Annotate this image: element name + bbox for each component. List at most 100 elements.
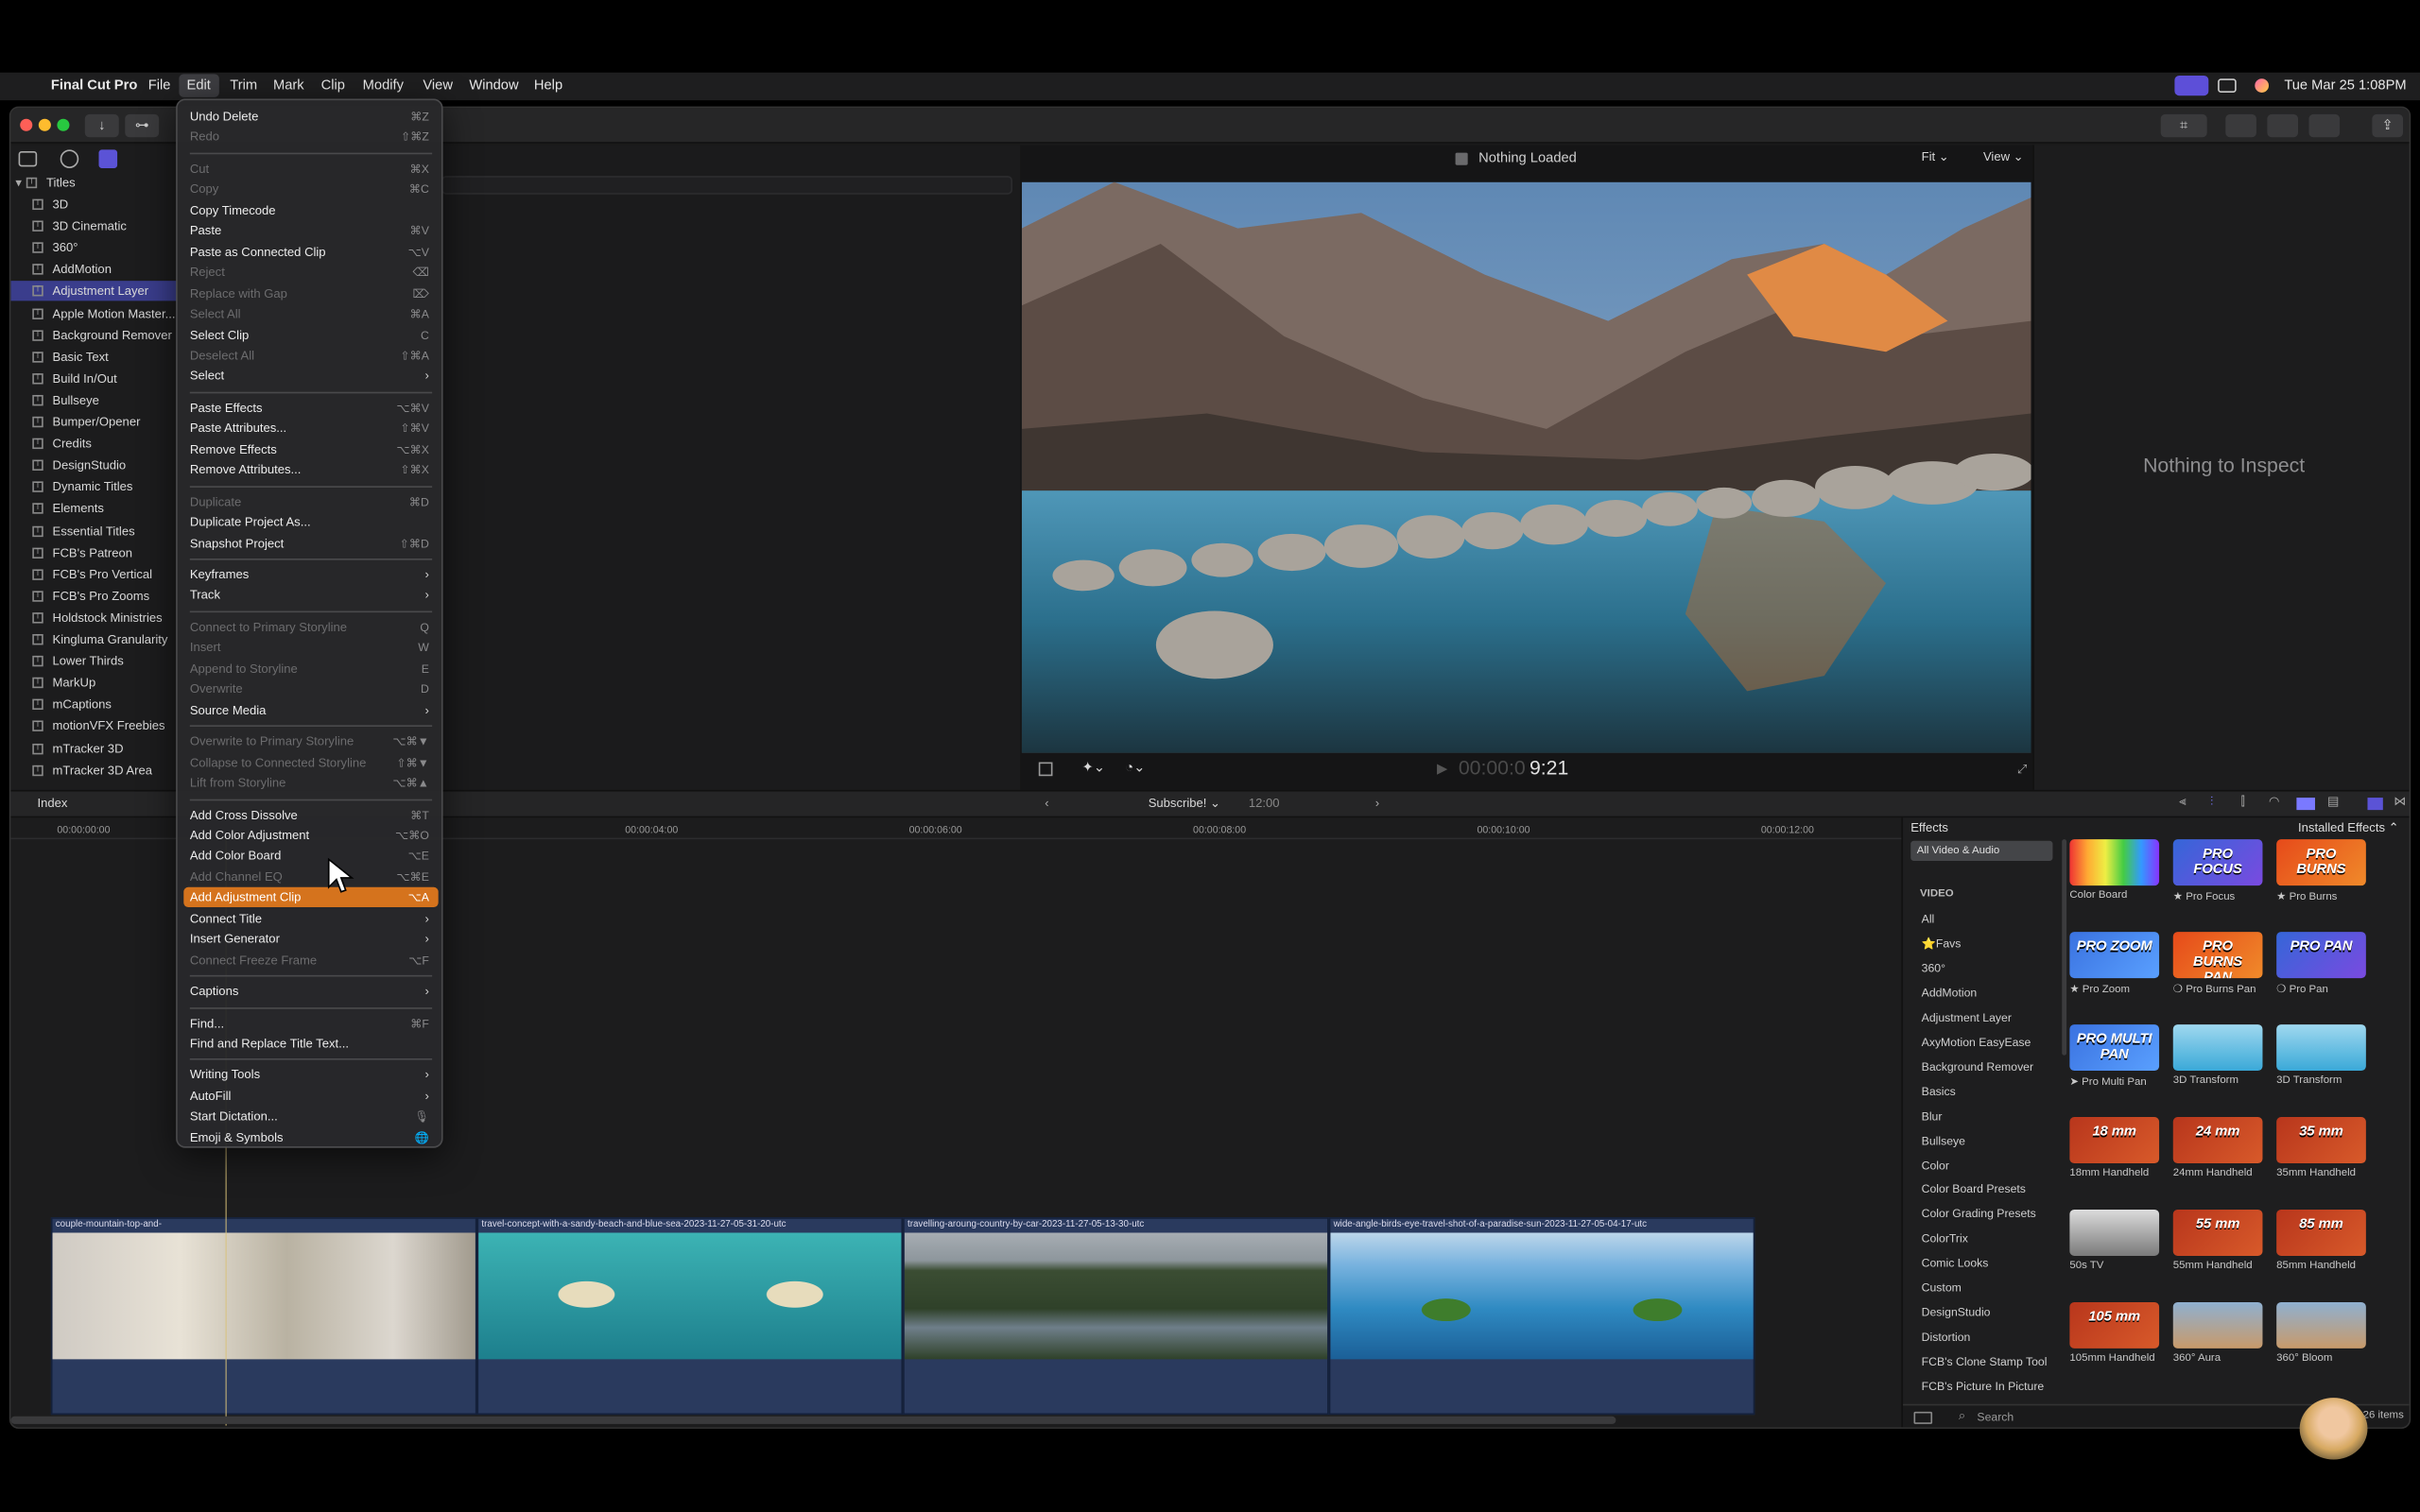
library-item[interactable]: T 360° (10, 238, 177, 258)
library-item[interactable]: TmCaptions (10, 695, 177, 714)
effects-category-item[interactable]: Comic Looks (1913, 1253, 2052, 1275)
edit-menu-item[interactable]: Add Cross Dissolve ⌘T (183, 804, 438, 824)
edit-menu-item[interactable]: Paste Attributes... ⇧⌘V (183, 419, 438, 438)
effects-category-item[interactable]: Distortion (1913, 1327, 2052, 1349)
transitions-browser-icon[interactable]: ⋈ (2394, 795, 2406, 809)
effects-category-item[interactable]: Bullseye (1913, 1130, 2052, 1152)
menu-clock[interactable]: Tue Mar 25 1:08PM (2284, 77, 2406, 93)
effects-category-item[interactable]: AddMotion (1913, 983, 2052, 1005)
library-item[interactable]: T Essential Titles (10, 521, 177, 541)
project-name-dropdown[interactable]: Subscribe! ⌄ (1149, 796, 1220, 810)
inspector-toggle-icon[interactable] (2308, 113, 2341, 138)
edit-menu-item[interactable]: AutoFill › (183, 1086, 438, 1106)
effects-category-item[interactable]: ColorTrix (1913, 1228, 2052, 1250)
edit-menu-item[interactable]: Select Clip C (183, 325, 438, 345)
edit-menu-item[interactable]: Undo Delete ⌘Z (183, 107, 438, 127)
disclosure-triangle-icon[interactable]: ▾ (15, 173, 22, 193)
effect-thumbnail[interactable]: PRO PAN (2276, 932, 2366, 979)
history-back-icon[interactable]: ‹ (1045, 796, 1048, 810)
screen-record-icon[interactable] (2174, 75, 2209, 96)
speed-icon[interactable]: ◔⌄ (1125, 759, 1145, 776)
effect-thumbnail[interactable] (2172, 1301, 2263, 1349)
skimming-icon[interactable]: ⫶ (2210, 795, 2213, 810)
edit-menu-item[interactable]: Paste Effects ⌥⌘V (183, 398, 438, 418)
effects-category-item[interactable]: ⭐Favs (1913, 934, 2052, 955)
edit-menu-item[interactable]: Find... ⌘F (183, 1013, 438, 1033)
effect-thumbnail[interactable]: 24 mm (2172, 1117, 2263, 1164)
browser-search-field[interactable] (441, 176, 1013, 195)
edit-menu-item[interactable]: Captions › (183, 982, 438, 1002)
edit-menu-item[interactable]: Start Dictation... 🎙 (183, 1107, 438, 1126)
effects-category-item[interactable]: All (1913, 909, 2052, 931)
timeline-clip[interactable]: wide-angle-birds-eye-travel-shot-of-a-pa… (1328, 1217, 1755, 1416)
effect-thumbnail[interactable]: PRO ZOOM (2069, 932, 2160, 979)
effect-thumbnail[interactable] (2069, 839, 2160, 886)
library-item[interactable]: TmotionVFX Freebies (10, 716, 177, 736)
edit-menu-item[interactable]: Add Color Board ⌥E (183, 846, 438, 866)
index-button[interactable]: Index (29, 796, 76, 815)
viewer-view-dropdown[interactable]: View ⌄ (1983, 149, 2024, 163)
effects-category-item[interactable]: DesignStudio (1913, 1302, 2052, 1324)
siri-icon[interactable] (2255, 78, 2269, 93)
library-item[interactable]: T Bumper/Opener (10, 412, 177, 432)
effects-category-item[interactable]: 360° (1913, 958, 2052, 980)
enhance-wand-icon[interactable]: ✦⌄ (1081, 759, 1105, 776)
transform-tool-icon[interactable] (1038, 762, 1053, 777)
menu-help[interactable]: Help (534, 77, 562, 93)
library-item[interactable]: T Apple Motion Master... (10, 303, 177, 323)
edit-menu-item[interactable]: Snapshot Project ⇧⌘D (183, 533, 438, 553)
library-item[interactable]: T Dynamic Titles (10, 477, 177, 497)
timeline-scrollbar[interactable] (10, 1416, 1616, 1424)
effect-thumbnail[interactable] (2276, 1301, 2366, 1349)
edit-menu-item[interactable]: Add Adjustment Clip ⌥A (183, 887, 439, 908)
effect-thumbnail[interactable]: 85 mm (2276, 1209, 2366, 1256)
library-item[interactable]: T FCB's Pro Zooms (10, 586, 177, 606)
sidebar-toggle-icon[interactable] (1913, 1411, 1933, 1424)
library-item[interactable]: T Credits (10, 434, 177, 454)
library-item[interactable]: T MarkUp (10, 673, 177, 693)
effect-thumbnail[interactable]: 35 mm (2276, 1117, 2366, 1164)
effects-category-item[interactable]: AxyMotion EasyEase (1913, 1032, 2052, 1054)
effect-thumbnail[interactable]: PRO BURNS PAN (2172, 932, 2263, 979)
timeline-clip[interactable]: couple-mountain-top-and- (50, 1217, 477, 1416)
all-video-audio-category[interactable]: All Video & Audio (1910, 840, 2053, 862)
library-item[interactable]: T Lower Thirds (10, 651, 177, 671)
effects-category-item[interactable]: Color Board Presets (1913, 1179, 2052, 1201)
snapping-icon[interactable]: ⫷ (2179, 795, 2186, 810)
edit-menu-item[interactable]: Copy Timecode (183, 200, 438, 220)
library-item[interactable]: TmTracker 3D (10, 738, 177, 758)
effect-thumbnail[interactable]: 105 mm (2069, 1301, 2160, 1349)
library-item[interactable]: T Holdstock Ministries (10, 608, 177, 627)
edit-menu-item[interactable]: Track › (183, 585, 438, 605)
headphones-icon[interactable]: ◠ (2269, 795, 2279, 809)
category-scrollbar[interactable] (2062, 839, 2067, 1056)
library-item[interactable]: T FCB's Patreon (10, 542, 177, 562)
edit-menu-item[interactable]: Connect Title › (183, 908, 438, 928)
import-icon[interactable]: ↓ (84, 113, 119, 138)
installed-effects-dropdown[interactable]: Installed Effects ⌃ (2298, 821, 2399, 835)
effects-category-item[interactable]: Basics (1913, 1081, 2052, 1103)
browser-toggle-icon[interactable] (2225, 113, 2256, 138)
fullscreen-icon[interactable]: ⤢ (2017, 763, 2027, 778)
effects-category-item[interactable]: Color Grading Presets (1913, 1204, 2052, 1226)
effect-thumbnail[interactable]: PRO MULTI PAN (2069, 1024, 2160, 1072)
titles-root-item[interactable]: ▾ T Titles (10, 173, 177, 193)
library-item[interactable]: T 3D Cinematic (10, 216, 177, 236)
library-item[interactable]: T AddMotion (10, 260, 177, 280)
keywords-icon[interactable]: ⊶ (125, 113, 160, 138)
effects-category-item[interactable]: Custom (1913, 1278, 2052, 1299)
effect-thumbnail[interactable]: 55 mm (2172, 1209, 2263, 1256)
edit-menu-item[interactable]: Add Color Adjustment ⌥⌘O (183, 825, 438, 845)
library-item[interactable]: T Elements (10, 499, 177, 519)
clip-appearance-icon[interactable]: ▤ (2327, 795, 2339, 809)
effects-category-item[interactable]: Blur (1913, 1106, 2052, 1127)
library-item[interactable]: T 3D (10, 195, 177, 215)
effects-category-item[interactable]: FCB's Picture In Picture (1913, 1376, 2052, 1398)
edit-menu-item[interactable]: Emoji & Symbols 🌐 (183, 1127, 438, 1147)
library-item[interactable]: T Adjustment Layer (10, 281, 178, 302)
effects-category-item[interactable]: FCB's Clone Stamp Tool (1913, 1351, 2052, 1373)
effects-category-item[interactable]: Background Remover (1913, 1057, 2052, 1078)
libraries-icon[interactable] (18, 150, 38, 167)
share-icon[interactable]: ⇪ (2372, 113, 2404, 138)
edit-menu-item[interactable]: Keyframes › (183, 565, 438, 585)
